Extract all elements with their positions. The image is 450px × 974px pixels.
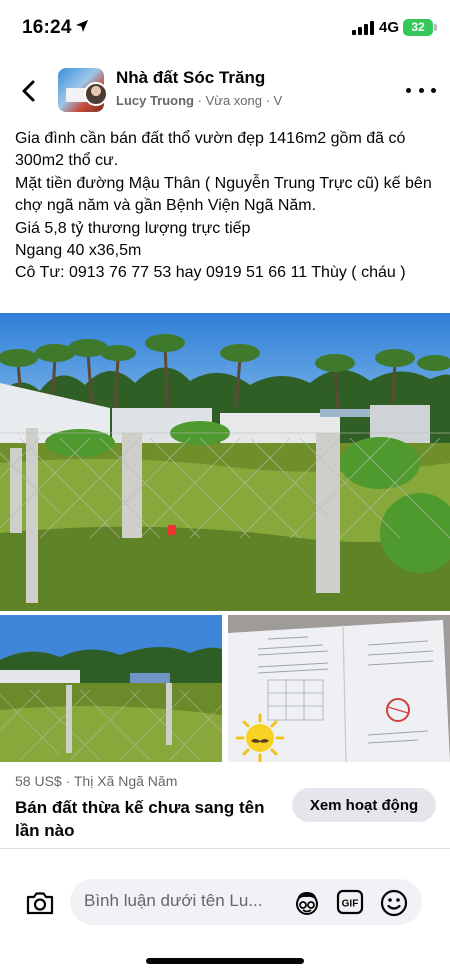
post-line: Giá 5,8 tỷ thương lượng trực tiếp — [15, 219, 251, 237]
battery-cap — [434, 24, 437, 31]
post-meta: Lucy Truong · Vừa xong · V — [116, 93, 282, 108]
emoji-icon[interactable] — [379, 888, 409, 918]
more-dot — [406, 87, 411, 93]
group-name[interactable]: Nhà đất Sóc Trăng — [116, 68, 265, 88]
post-line: Ngang 40 x36,5m — [15, 242, 142, 260]
listing-photo-3[interactable] — [228, 615, 450, 762]
listing-photo-2[interactable] — [0, 615, 222, 762]
battery-indicator: 32 — [403, 19, 433, 36]
listing-title[interactable]: Bán đất thừa kế chưa sang tên lần nào — [15, 796, 285, 842]
svg-text:GIF: GIF — [342, 899, 359, 910]
sun-sticker-icon — [235, 713, 285, 762]
network-label: 4G — [379, 19, 400, 36]
post-line: Mặt tiền đường Mậu Thân ( Nguyễn Trung T… — [15, 174, 432, 215]
status-time: 16:24 — [22, 17, 72, 38]
more-dot — [418, 87, 424, 93]
comment-input[interactable]: Bình luận dưới tên Lu... — [84, 891, 289, 911]
author-name[interactable]: Lucy Truong — [116, 93, 194, 108]
post-line: Gia đình cần bán đất thổ vườn đẹp 1416m2… — [15, 130, 406, 170]
signal-icon — [352, 21, 374, 35]
status-bar: 16:24 4G 32 — [0, 0, 450, 56]
view-activity-button[interactable]: Xem hoạt động — [292, 788, 436, 822]
chevron-left-icon — [22, 80, 35, 102]
back-button[interactable] — [14, 76, 44, 106]
listing-price-location: 58 US$ · Thị Xã Ngã Năm — [15, 773, 178, 789]
avatar-sticker-icon[interactable] — [292, 888, 322, 918]
camera-icon[interactable] — [24, 887, 56, 919]
more-options-button[interactable] — [406, 82, 436, 98]
author-avatar[interactable] — [84, 82, 108, 106]
listing-photo-main[interactable] — [0, 313, 450, 611]
post-text: Gia đình cần bán đất thổ vườn đẹp 1416m2… — [15, 128, 440, 285]
home-indicator[interactable] — [146, 958, 304, 964]
divider — [0, 848, 450, 849]
location-arrow-icon — [76, 20, 88, 32]
more-dot — [431, 87, 436, 93]
gif-icon[interactable]: GIF — [336, 888, 364, 916]
post-line: Cô Tư: 0913 76 77 53 hay 0919 51 66 11 T… — [15, 264, 406, 282]
post-timestamp: · Vừa xong · V — [197, 93, 283, 108]
